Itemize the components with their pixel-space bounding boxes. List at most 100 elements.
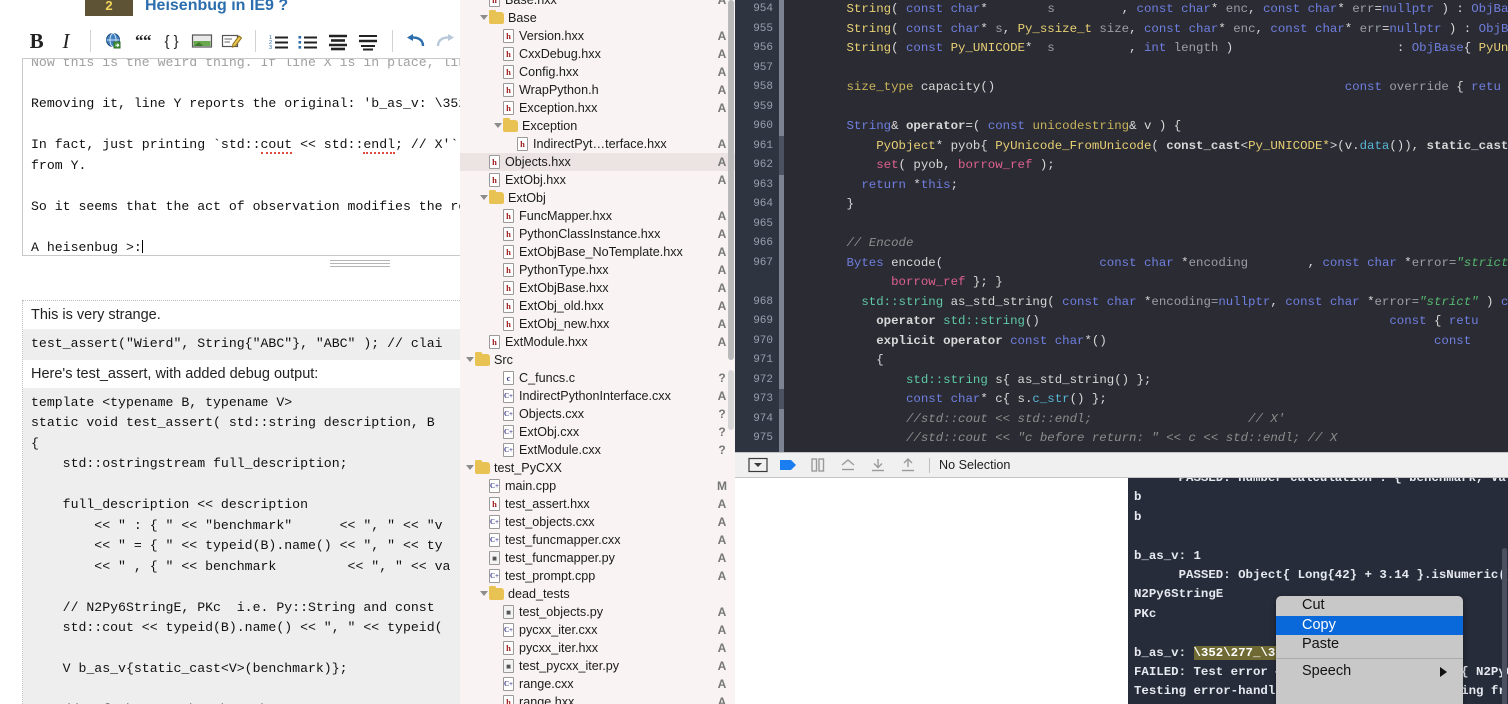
navigator-file-cxxdebug-hxx[interactable]: h CxxDebug.hxx A	[460, 45, 735, 63]
navigator-scrollbar-lower[interactable]	[728, 370, 734, 430]
textarea-resize-grip[interactable]	[330, 258, 390, 267]
navigator-file-pycxx-iter-hxx[interactable]: h pycxx_iter.hxx A	[460, 639, 735, 657]
navigator-file-pythontype-hxx[interactable]: h PythonType.hxx A	[460, 261, 735, 279]
navigator-folder-exception[interactable]: Exception	[460, 117, 735, 135]
top-level-icon[interactable]	[893, 455, 923, 475]
navigator-folder-src[interactable]: Src	[460, 351, 735, 369]
navigator-file-extmodule-hxx[interactable]: h ExtModule.hxx A	[460, 333, 735, 351]
related-items-icon[interactable]	[743, 455, 773, 475]
navigator-indent	[460, 693, 494, 704]
cxx-file-icon: C+	[503, 677, 514, 691]
markdown-textarea[interactable]: Now this is the weird thing. If line X i…	[22, 58, 460, 256]
ordered-list-icon[interactable]: 1 2 3	[265, 26, 294, 56]
h-file-icon: h	[503, 101, 514, 115]
toolbar-divider-1	[89, 30, 91, 52]
navigator-file-extobjbase-hxx[interactable]: h ExtObjBase.hxx A	[460, 279, 735, 297]
navigator-item-label: test_PyCXX	[494, 461, 562, 475]
navigator-file-test-funcmapper-cxx[interactable]: C+ test_funcmapper.cxx A	[460, 531, 735, 549]
navigator-file-objects-cxx[interactable]: C+ Objects.cxx?	[460, 405, 735, 423]
undo-icon[interactable]	[401, 26, 430, 56]
scm-status-badge: A	[717, 695, 727, 704]
blockquote-icon[interactable]: “ “	[129, 26, 158, 56]
navigator-scrollbar[interactable]	[728, 0, 734, 360]
chevron-down-icon[interactable]	[466, 351, 475, 369]
navigator-file-objects-hxx[interactable]: h Objects.hxx A	[460, 153, 735, 171]
context-menu-item-cut[interactable]: Cut	[1276, 596, 1463, 616]
chevron-down-icon[interactable]	[480, 9, 489, 27]
edit-icon[interactable]	[217, 26, 246, 56]
redo-icon[interactable]	[431, 26, 460, 56]
context-menu-item-label: Paste	[1302, 636, 1340, 652]
project-navigator[interactable]: h Base.hxx A Base h Version.hxx Ah CxxDebug.hxx…	[460, 0, 735, 704]
navigator-file-extobj-old-hxx[interactable]: h ExtObj_old.hxx A	[460, 297, 735, 315]
scm-status-badge: A	[717, 641, 727, 655]
navigator-file-c-funcs-c[interactable]: c C_funcs.c?	[460, 369, 735, 387]
italic-button[interactable]: I	[51, 26, 80, 56]
navigator-file-extmodule-cxx[interactable]: C+ ExtModule.cxx?	[460, 441, 735, 459]
scm-status-badge: A	[717, 605, 727, 619]
navigator-file-test-objects-cxx[interactable]: C+ test_objects.cxx A	[460, 513, 735, 531]
line-number: 965	[753, 217, 773, 230]
context-menu[interactable]: Cut Copy Paste Speech	[1276, 596, 1463, 704]
c-file-icon: c	[503, 371, 514, 385]
unordered-list-icon[interactable]	[294, 26, 323, 56]
code-icon[interactable]: { }	[158, 26, 187, 56]
navigator-file-exception-hxx[interactable]: h Exception.hxx A	[460, 99, 735, 117]
navigator-file-range-hxx[interactable]: h range.hxx A	[460, 693, 735, 704]
navigator-file-indirectpyt-terface-hxx[interactable]: h IndirectPyt…terface.hxx A	[460, 135, 735, 153]
source-code-editor[interactable]: 954 955 956 957 958 959 960 961 962 963 964 965 966 9…	[735, 0, 1508, 452]
bold-button[interactable]: B	[22, 26, 51, 56]
navigator-file-wrappython-h[interactable]: h WrapPython.h A	[460, 81, 735, 99]
navigator-spacer	[494, 405, 503, 423]
back-forward-icon[interactable]	[773, 455, 803, 475]
counterpart-split-icon[interactable]	[803, 455, 833, 475]
context-menu-item-paste[interactable]: Paste	[1276, 635, 1463, 655]
chevron-down-icon[interactable]	[494, 117, 503, 135]
navigator-indent	[460, 657, 494, 675]
heading-icon[interactable]	[324, 26, 353, 56]
hyperlink-icon[interactable]	[100, 26, 129, 56]
navigator-folder-extobj[interactable]: ExtObj	[460, 189, 735, 207]
context-menu-item-speech[interactable]: Speech	[1276, 662, 1463, 682]
navigator-file-config-hxx[interactable]: h Config.hxx A	[460, 63, 735, 81]
navigator-file-funcmapper-hxx[interactable]: h FuncMapper.hxx A	[460, 207, 735, 225]
code-line: String( const char* s, Py_ssize_t size, …	[846, 21, 1508, 36]
navigator-file-range-cxx[interactable]: C+ range.cxx A	[460, 675, 735, 693]
navigator-file-extobj-hxx[interactable]: h ExtObj.hxx A	[460, 171, 735, 189]
navigator-file-pythonclassinstance-hxx[interactable]: h PythonClassInstance.hxx A	[460, 225, 735, 243]
post-title-link[interactable]: Heisenbug in IE9 ?	[145, 0, 288, 15]
navigator-file-extobjbase-notemplate-hxx[interactable]: h ExtObjBase_NoTemplate.hxx A	[460, 243, 735, 261]
navigator-file-version-hxx[interactable]: h Version.hxx A	[460, 27, 735, 45]
console-scrollbar[interactable]	[1502, 548, 1507, 704]
console-line: PASSED: Object{ Long{42} + 3.14 }.isNume…	[1178, 567, 1508, 582]
navigator-file-pycxx-iter-cxx[interactable]: C+ pycxx_iter.cxx A	[460, 621, 735, 639]
navigator-spacer	[494, 441, 503, 459]
horizontal-rule-icon[interactable]	[353, 26, 382, 56]
navigator-folder-base[interactable]: Base	[460, 9, 735, 27]
cxx-file-icon: C+	[503, 443, 514, 457]
chevron-down-icon[interactable]	[480, 189, 489, 207]
navigator-file-test-pycxx-iter-py[interactable]: ■ test_pycxx_iter.py A	[460, 657, 735, 675]
context-menu-item-copy[interactable]: Copy	[1276, 615, 1463, 635]
chevron-down-icon[interactable]	[466, 459, 475, 477]
navigator-file-main-cpp[interactable]: C+ main.cpp M	[460, 477, 735, 495]
navigator-folder-dead-tests[interactable]: dead_tests	[460, 585, 735, 603]
navigator-item-label: PythonType.hxx	[519, 263, 609, 277]
navigator-file-extobj-new-hxx[interactable]: h ExtObj_new.hxx A	[460, 315, 735, 333]
navigator-folder-test-pycxx[interactable]: test_PyCXX	[460, 459, 735, 477]
line-number: 969	[753, 315, 773, 327]
navigator-file-test-funcmapper-py[interactable]: ■ test_funcmapper.py A	[460, 549, 735, 567]
navigator-item-label: ExtModule.hxx	[505, 335, 588, 349]
next-file-icon[interactable]	[863, 455, 893, 475]
navigator-file-indirectpythoninterface-cxx[interactable]: C+ IndirectPythonInterface.cxx A	[460, 387, 735, 405]
navigator-file-test-assert-hxx[interactable]: h test_assert.hxx A	[460, 495, 735, 513]
chevron-down-icon[interactable]	[480, 585, 489, 603]
navigator-file-test-prompt-cpp[interactable]: C+ test_prompt.cpp A	[460, 567, 735, 585]
navigator-file-base-hxx[interactable]: h Base.hxx A	[460, 0, 735, 9]
navigator-file-extobj-cxx[interactable]: C+ ExtObj.cxx?	[460, 423, 735, 441]
submenu-arrow-icon	[1440, 666, 1447, 677]
image-icon[interactable]	[188, 26, 217, 56]
previous-file-icon[interactable]	[833, 455, 863, 475]
line-number: 956	[753, 42, 773, 54]
navigator-file-test-objects-py[interactable]: ■ test_objects.py A	[460, 603, 735, 621]
